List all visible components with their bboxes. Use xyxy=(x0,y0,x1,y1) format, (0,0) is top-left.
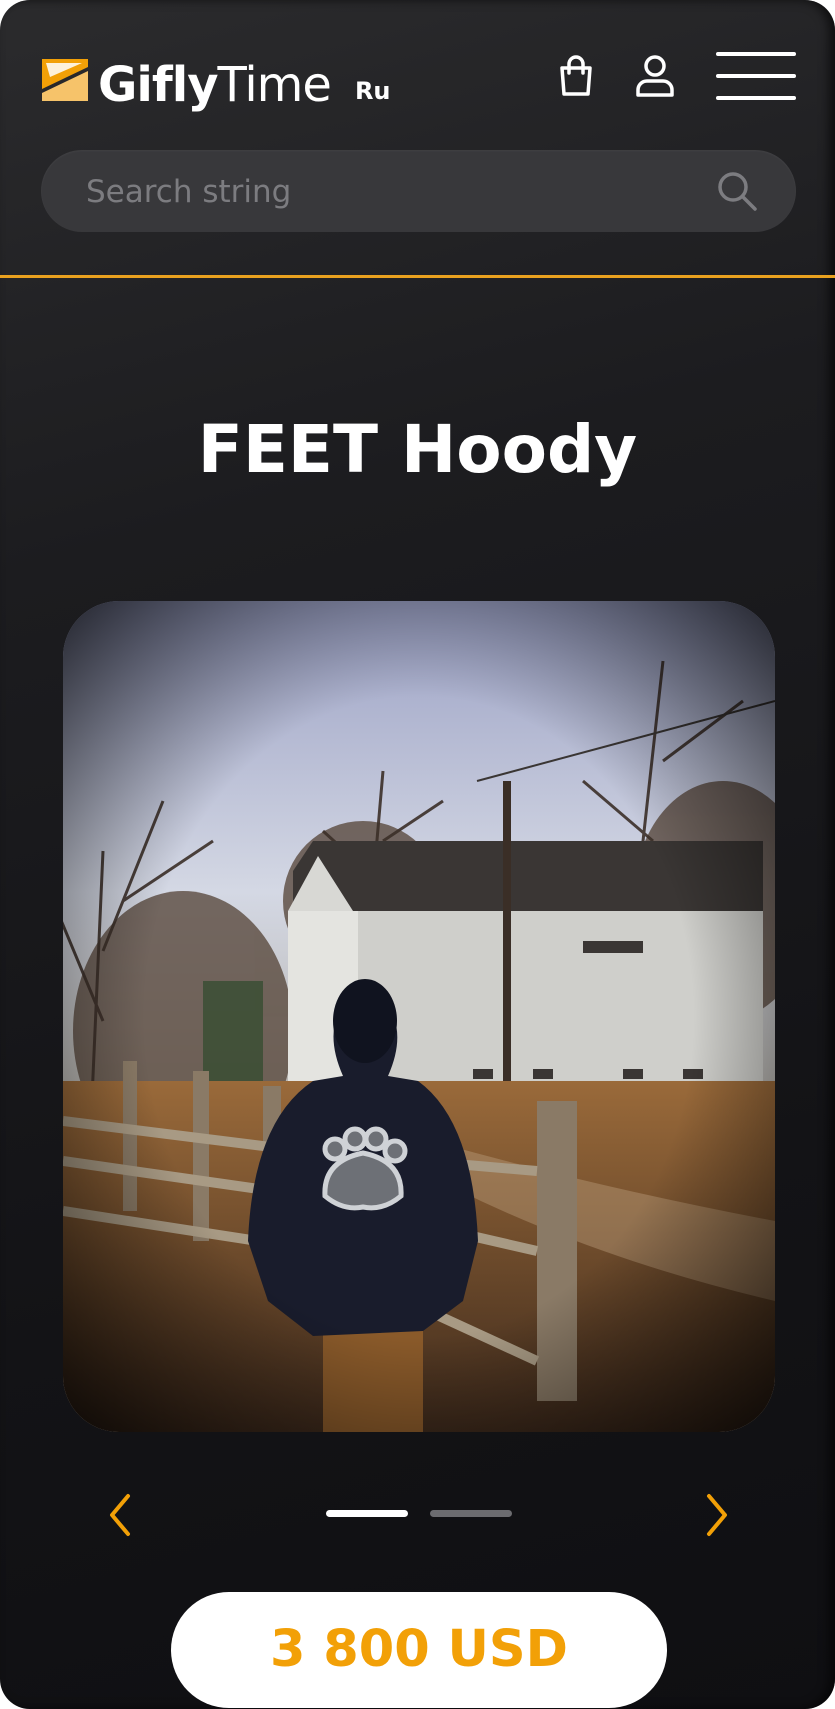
chevron-left-icon[interactable] xyxy=(100,1490,144,1540)
hamburger-menu-icon xyxy=(716,52,796,100)
product-photo[interactable] xyxy=(63,601,775,1432)
carousel-indicators xyxy=(326,1510,512,1518)
user-icon xyxy=(636,55,674,97)
language-switch[interactable]: Ru xyxy=(355,67,391,115)
search-bar xyxy=(41,150,796,234)
product-photo-image xyxy=(63,601,775,1432)
carousel-dot[interactable] xyxy=(326,1510,408,1517)
logo-mark-icon xyxy=(42,59,88,101)
search-input[interactable] xyxy=(84,150,688,234)
brand-logo[interactable]: GiflyTime Ru xyxy=(42,55,391,115)
app-screen: GiflyTime Ru Search string FEET Hoody 3 … xyxy=(0,0,835,1709)
shopping-bag-icon xyxy=(560,55,592,96)
price-button[interactable]: 3 800 USD xyxy=(171,1592,667,1708)
cart-button[interactable] xyxy=(554,54,598,98)
phone-frame: GiflyTime Ru Search string FEET Hoody 3 … xyxy=(0,0,835,1709)
logo-text: GiflyTime xyxy=(98,55,332,115)
carousel-dot[interactable] xyxy=(430,1510,512,1517)
header-divider xyxy=(0,275,835,278)
product-title: FEET Hoody xyxy=(197,411,638,488)
menu-button[interactable] xyxy=(716,48,796,104)
chevron-right-icon[interactable] xyxy=(693,1490,737,1540)
logo-text-thin: Time xyxy=(217,57,331,113)
account-button[interactable] xyxy=(633,54,677,98)
logo-text-bold: Gifly xyxy=(98,57,218,113)
search-icon[interactable] xyxy=(716,170,758,212)
